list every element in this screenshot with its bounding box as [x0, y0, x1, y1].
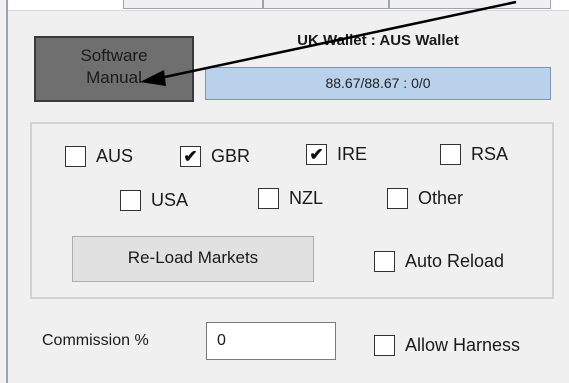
arrow-shaft [159, 0, 517, 80]
arrow-head [140, 70, 166, 86]
annotation-arrow [140, 0, 517, 86]
